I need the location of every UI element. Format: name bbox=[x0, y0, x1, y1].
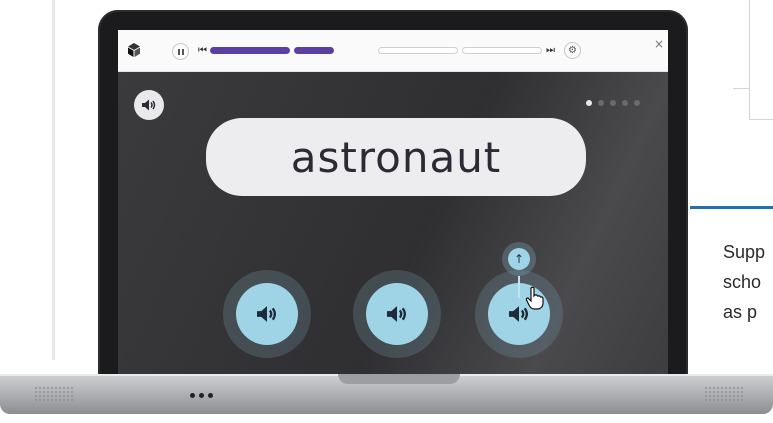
slide-pagination bbox=[586, 100, 640, 106]
laptop-speaker-right bbox=[704, 386, 744, 402]
cube-icon bbox=[128, 43, 140, 57]
speaker-icon bbox=[257, 306, 276, 322]
speaker-icon bbox=[142, 99, 156, 111]
indicator-dot bbox=[199, 393, 204, 398]
indicator-dot bbox=[190, 393, 195, 398]
gear-icon: ⚙ bbox=[568, 45, 577, 56]
caption-line-1: Supp bbox=[723, 242, 766, 262]
hand-pointer-icon bbox=[525, 286, 544, 310]
side-card-rule bbox=[733, 88, 749, 89]
section-rule bbox=[690, 206, 773, 209]
app-toolbar: ⏮ ⏭ ⚙ × bbox=[118, 30, 668, 72]
answer-option-2[interactable] bbox=[353, 270, 441, 358]
answer-option-2-button[interactable] bbox=[366, 283, 428, 345]
hint-connector bbox=[518, 276, 520, 298]
caption-line-3: as p bbox=[723, 302, 758, 322]
pause-button[interactable] bbox=[172, 43, 189, 60]
target-word: astronaut bbox=[290, 132, 502, 182]
laptop-speaker-left bbox=[34, 386, 74, 402]
side-card bbox=[749, 0, 773, 120]
settings-button[interactable]: ⚙ bbox=[564, 42, 581, 59]
pagination-dot[interactable] bbox=[598, 100, 604, 106]
pagination-dot[interactable] bbox=[586, 100, 592, 106]
submit-hint[interactable]: ↑ bbox=[502, 242, 536, 276]
arrow-up-icon[interactable]: ↑ bbox=[508, 248, 530, 270]
pagination-dot[interactable] bbox=[634, 100, 640, 106]
speaker-icon bbox=[387, 306, 406, 322]
skip-back-icon[interactable]: ⏮ bbox=[198, 44, 207, 58]
app-screen: ⏮ ⏭ ⚙ × astronaut ↑ bbox=[118, 30, 668, 374]
page-canvas: Supp scho as p ⏮ ⏭ ⚙ × astronaut ↑ bbox=[0, 0, 773, 423]
laptop-indicator bbox=[190, 393, 213, 398]
pagination-dot[interactable] bbox=[610, 100, 616, 106]
answer-option-1[interactable] bbox=[223, 270, 311, 358]
skip-forward-icon[interactable]: ⏭ bbox=[546, 44, 555, 58]
pause-icon-bar bbox=[181, 48, 184, 55]
progress-segment bbox=[294, 47, 334, 54]
caption-line-2: scho bbox=[723, 272, 762, 292]
close-button[interactable]: × bbox=[654, 38, 664, 50]
indicator-dot bbox=[208, 393, 213, 398]
progress-segment bbox=[462, 47, 542, 54]
pagination-dot[interactable] bbox=[622, 100, 628, 106]
pause-icon-bar bbox=[177, 48, 180, 55]
replay-audio-button[interactable] bbox=[134, 90, 164, 120]
progress-segment bbox=[210, 47, 290, 54]
word-card: astronaut bbox=[206, 118, 586, 196]
answer-option-1-button[interactable] bbox=[236, 283, 298, 345]
page-divider bbox=[52, 0, 55, 360]
progress-segment bbox=[378, 47, 458, 54]
laptop-notch bbox=[338, 374, 460, 384]
